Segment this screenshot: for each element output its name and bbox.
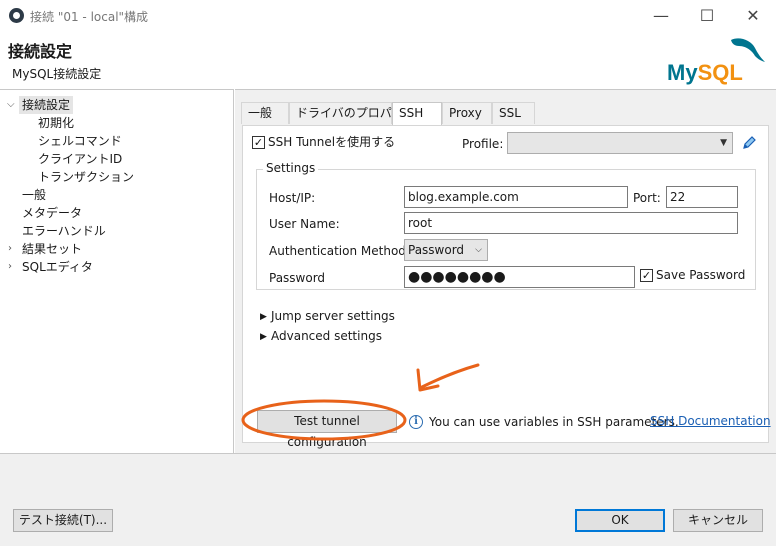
- host-input[interactable]: blog.example.com: [404, 186, 628, 208]
- mysql-logo: MySQL: [667, 38, 765, 85]
- caret-right-icon[interactable]: ▶: [260, 329, 267, 345]
- tree-item-connection-settings[interactable]: 接続設定: [19, 96, 74, 114]
- port-input[interactable]: 22: [666, 186, 738, 208]
- password-label: Password: [269, 271, 326, 285]
- tree-item-metadata[interactable]: メタデータ: [22, 204, 82, 222]
- dbeaver-app-icon: [9, 8, 24, 23]
- username-input[interactable]: root: [404, 212, 738, 234]
- ssh-variables-info-text: You can use variables in SSH parameters.: [429, 415, 679, 429]
- username-label: User Name:: [269, 217, 340, 231]
- cancel-button[interactable]: キャンセル: [673, 509, 763, 532]
- tab-driver-properties[interactable]: ドライバのプロパティ: [289, 102, 415, 124]
- ssh-documentation-link[interactable]: SSH Documentation: [650, 414, 771, 428]
- tree-item-result-sets[interactable]: 結果セット: [22, 240, 82, 258]
- mysql-logo-text: MySQL: [667, 60, 743, 85]
- ssh-settings-panel: ✓ SSH Tunnelを使用する Profile: ▼ Settings Ho…: [242, 125, 771, 449]
- dialog-footer: テスト接続(T)... OK キャンセル: [0, 453, 776, 546]
- tab-ssh[interactable]: SSH: [392, 102, 442, 125]
- ok-button[interactable]: OK: [575, 509, 665, 532]
- chevron-right-icon[interactable]: ›: [8, 240, 12, 258]
- tree-item-client-id[interactable]: クライアントID: [38, 150, 122, 168]
- use-ssh-tunnel-label: SSH Tunnelを使用する: [268, 135, 396, 149]
- auth-method-label: Authentication Method:: [269, 244, 410, 258]
- tree-item-initialization[interactable]: 初期化: [38, 114, 74, 132]
- tab-proxy[interactable]: Proxy: [442, 102, 492, 124]
- tab-general[interactable]: 一般: [241, 102, 289, 124]
- window-title: 接続 "01 - local"構成: [30, 10, 149, 24]
- chevron-right-icon[interactable]: ›: [8, 258, 12, 276]
- tree-item-transactions[interactable]: トランザクション: [38, 168, 134, 186]
- maximize-button[interactable]: ☐: [684, 0, 730, 31]
- page-title: 接続設定: [8, 42, 73, 61]
- profile-select[interactable]: ▼: [507, 132, 733, 154]
- chevron-down-icon[interactable]: ⌵: [7, 96, 15, 114]
- jump-server-settings-toggle[interactable]: Jump server settings: [271, 308, 395, 324]
- tree-item-shell-commands[interactable]: シェルコマンド: [38, 132, 122, 150]
- profile-label: Profile:: [462, 137, 504, 151]
- close-button[interactable]: ✕: [730, 0, 776, 31]
- page-subtitle: MySQL接続設定: [12, 67, 102, 81]
- tree-item-general[interactable]: 一般: [22, 186, 46, 204]
- auth-method-select[interactable]: Password ⌵: [404, 239, 488, 261]
- password-input[interactable]: ●●●●●●●●: [404, 266, 635, 288]
- use-ssh-tunnel-checkbox[interactable]: ✓: [252, 136, 265, 149]
- caret-right-icon[interactable]: ▶: [260, 309, 267, 325]
- tree-item-error-handling[interactable]: エラーハンドル: [22, 222, 106, 240]
- tab-ssl[interactable]: SSL: [492, 102, 535, 124]
- save-password-checkbox[interactable]: ✓: [640, 269, 653, 282]
- settings-tree: ⌵ 接続設定 初期化 シェルコマンド クライアントID トランザクション 一般 …: [0, 89, 234, 453]
- window-titlebar: 接続 "01 - local"構成 — ☐ ✕: [0, 0, 776, 31]
- chevron-down-icon: ⌵: [475, 245, 482, 255]
- settings-group: Settings Host/IP: blog.example.com Port:…: [256, 161, 756, 290]
- test-tunnel-button[interactable]: Test tunnel configuration: [257, 410, 397, 449]
- info-icon: i: [409, 415, 423, 429]
- edit-profile-icon[interactable]: [741, 135, 757, 151]
- host-label: Host/IP:: [269, 191, 316, 205]
- dialog-header: 接続設定 MySQL接続設定 MySQL: [0, 31, 776, 89]
- chevron-down-icon: ▼: [720, 138, 727, 148]
- port-label: Port:: [633, 191, 661, 205]
- main-panel: 一般 ドライバのプロパティ SSH Proxy SSL ✓ SSH Tunnel…: [235, 89, 776, 453]
- tree-item-sql-editor[interactable]: SQLエディタ: [22, 258, 93, 276]
- settings-group-title: Settings: [263, 161, 319, 175]
- minimize-button[interactable]: —: [638, 0, 684, 31]
- advanced-settings-toggle[interactable]: Advanced settings: [271, 328, 382, 344]
- save-password-label: Save Password: [656, 268, 746, 282]
- test-connection-button[interactable]: テスト接続(T)...: [13, 509, 113, 532]
